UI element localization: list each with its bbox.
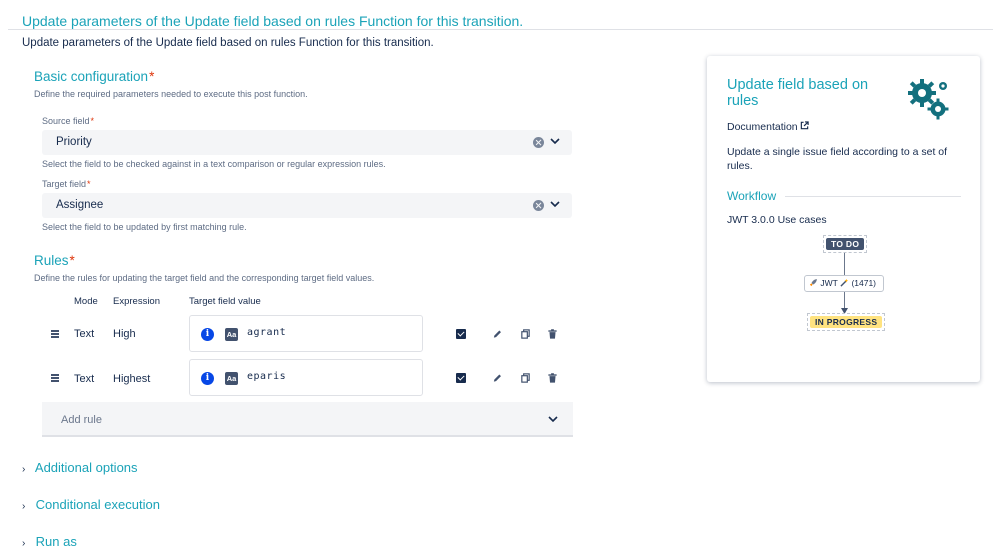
- clear-icon[interactable]: [533, 137, 544, 148]
- copy-icon[interactable]: [520, 372, 531, 384]
- status-todo-lozenge: TO DO: [826, 238, 865, 250]
- rule-mode: Text: [74, 328, 95, 340]
- rule-target-value-field[interactable]: i Aa agrant: [189, 315, 423, 352]
- conditional-execution-toggle[interactable]: › Conditional execution: [22, 497, 160, 512]
- trash-icon[interactable]: [547, 372, 558, 384]
- rule-expression: High: [113, 328, 136, 340]
- rule-target-value: eparis: [247, 371, 287, 382]
- use-cases-text: JWT 3.0.0 Use cases: [727, 214, 827, 226]
- source-field-label-text: Source field: [42, 116, 90, 126]
- target-field-select[interactable]: Assignee: [42, 193, 572, 218]
- copy-icon[interactable]: [520, 328, 531, 340]
- workflow-title: Workflow: [727, 189, 777, 203]
- rule-target-value: agrant: [247, 327, 287, 338]
- drag-handle-icon[interactable]: [51, 330, 59, 338]
- rule-expression: Highest: [113, 373, 151, 385]
- panel-description: Update a single issue field according to…: [727, 146, 948, 172]
- source-field-select[interactable]: Priority: [42, 130, 572, 155]
- checkbox-checked-icon[interactable]: [456, 373, 466, 383]
- trash-icon[interactable]: [547, 328, 558, 340]
- rules-heading: Rules*: [34, 253, 75, 268]
- status-in-progress-lozenge: IN PROGRESS: [810, 316, 883, 328]
- documentation-label: Documentation: [727, 121, 798, 133]
- basic-configuration-heading: Basic configuration*: [34, 69, 154, 84]
- workflow-divider: [785, 196, 961, 197]
- rules-description: Define the rules for updating the target…: [34, 273, 375, 283]
- chevron-down-icon[interactable]: [550, 136, 560, 146]
- source-field-help: Select the field to be checked against i…: [42, 159, 386, 169]
- pencil-icon[interactable]: [492, 328, 503, 340]
- source-field-label: Source field*: [42, 116, 94, 126]
- chevron-right-icon: ›: [22, 464, 26, 475]
- required-marker: *: [149, 69, 155, 84]
- status-in-progress: IN PROGRESS: [807, 313, 886, 331]
- wand-icon: [840, 278, 849, 287]
- basic-configuration-title: Basic configuration: [34, 69, 149, 84]
- info-panel: Update field based on rules Documentatio…: [707, 56, 980, 382]
- rule-mode: Text: [74, 373, 95, 385]
- clear-icon[interactable]: [533, 200, 544, 211]
- transition-id: (1471): [851, 278, 877, 288]
- required-marker: *: [69, 253, 75, 268]
- text-type-icon[interactable]: Aa: [225, 372, 238, 385]
- chevron-right-icon: ›: [22, 501, 26, 512]
- required-marker: *: [87, 179, 91, 189]
- panel-title: Update field based on rules: [727, 77, 869, 109]
- column-header-expression: Expression: [113, 296, 160, 307]
- info-icon[interactable]: i: [201, 372, 214, 385]
- gears-icon: [908, 79, 949, 120]
- title-divider: [8, 29, 993, 30]
- source-field-value: Priority: [56, 136, 92, 148]
- chevron-down-icon[interactable]: [548, 414, 558, 424]
- add-rule-dropdown[interactable]: Add rule: [42, 402, 573, 437]
- target-field-help: Select the field to be updated by first …: [42, 222, 247, 232]
- transition-name: JWT: [820, 278, 838, 288]
- run-as-label: Run as: [35, 534, 77, 549]
- add-rule-label: Add rule: [61, 414, 102, 426]
- target-field-label-text: Target field: [42, 179, 87, 189]
- column-header-target-value: Target field value: [189, 296, 261, 307]
- page-title: Update parameters of the Update field ba…: [22, 13, 524, 29]
- run-as-toggle[interactable]: › Run as: [22, 534, 77, 549]
- external-link-icon: [800, 121, 809, 130]
- required-marker: *: [90, 116, 95, 126]
- documentation-link[interactable]: Documentation: [727, 121, 809, 133]
- status-todo: TO DO: [823, 235, 868, 253]
- rule-target-value-field[interactable]: i Aa eparis: [189, 359, 423, 396]
- pencil-icon[interactable]: [492, 372, 503, 384]
- column-header-mode: Mode: [74, 296, 98, 307]
- rule-row: Text High i Aa agrant: [42, 315, 572, 359]
- info-icon[interactable]: i: [201, 328, 214, 341]
- basic-configuration-description: Define the required parameters needed to…: [34, 89, 308, 99]
- chevron-right-icon: ›: [22, 538, 26, 549]
- additional-options-label: Additional options: [34, 460, 138, 475]
- checkbox-checked-icon[interactable]: [456, 329, 466, 339]
- rules-title: Rules: [34, 253, 69, 268]
- drag-handle-icon[interactable]: [51, 374, 59, 382]
- workflow-connector: [844, 253, 845, 275]
- transition-box: JWT (1471): [804, 275, 884, 292]
- chevron-down-icon[interactable]: [550, 199, 560, 209]
- additional-options-toggle[interactable]: › Additional options: [22, 460, 138, 475]
- conditional-execution-label: Conditional execution: [35, 497, 160, 512]
- rocket-icon: [809, 279, 817, 287]
- page-description: Update parameters of the Update field ba…: [22, 37, 434, 49]
- text-type-icon[interactable]: Aa: [225, 328, 238, 341]
- target-field-value: Assignee: [56, 199, 104, 211]
- rule-row: Text Highest i Aa eparis: [42, 359, 572, 403]
- target-field-label: Target field*: [42, 179, 91, 189]
